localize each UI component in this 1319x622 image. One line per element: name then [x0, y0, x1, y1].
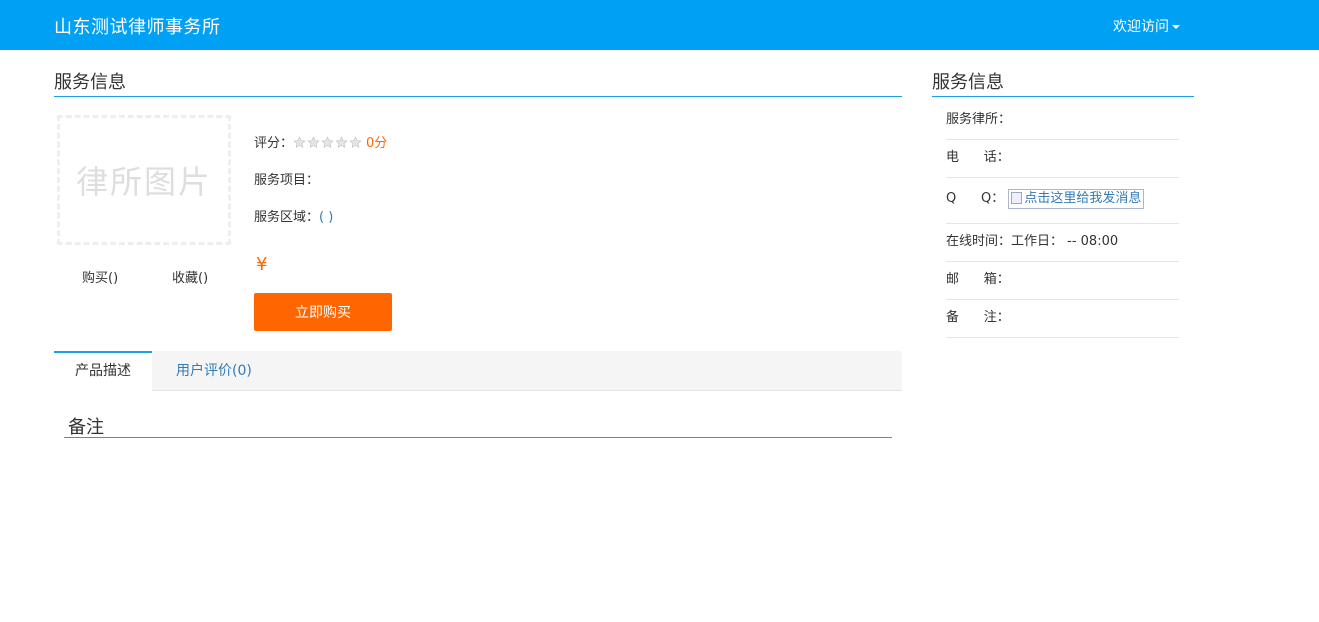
caret-down-icon [1172, 25, 1180, 29]
star-icon [321, 136, 334, 148]
buy-count-link[interactable]: 购买() [82, 267, 118, 286]
top-navbar: 山东测试律师事务所 欢迎访问 [0, 0, 1319, 50]
info-label-phone: 电 话： [946, 150, 1010, 165]
info-row-email: 邮 箱： [946, 262, 1179, 300]
info-row-remarks: 备 注： [946, 300, 1179, 338]
info-row-firm: 服务律所： [946, 104, 1179, 140]
star-icon [307, 136, 320, 148]
info-row-hours: 在线时间：工作日： -- 08:00 [946, 224, 1179, 262]
info-value-hours: 工作日： -- 08:00 [1011, 234, 1119, 249]
rating-score: 0分 [366, 136, 388, 151]
main-section-title: 服务信息 [54, 72, 126, 93]
info-label-qq: Q Q： [946, 191, 1005, 206]
price: ¥ [256, 254, 268, 275]
qq-chat-link[interactable]: 点击这里给我发消息 [1008, 188, 1145, 209]
service-item-row: 服务项目： [254, 169, 319, 188]
info-label-firm: 服务律所： [946, 112, 1012, 127]
qq-image-alt: 点击这里给我发消息 [1024, 190, 1142, 206]
broken-image-icon [1011, 191, 1023, 204]
welcome-dropdown[interactable]: 欢迎访问 [1113, 16, 1180, 36]
notes-divider [64, 437, 892, 438]
tab-user-reviews[interactable]: 用户评价(0) [176, 351, 252, 391]
star-icon [349, 136, 362, 148]
rating-label: 评分： [254, 136, 294, 151]
firm-photo-placeholder: 律所图片 [57, 115, 231, 245]
rating-row: 评分： 0分 [254, 132, 387, 153]
tab-bar: 产品描述 用户评价(0) [54, 351, 902, 391]
photo-placeholder-text: 律所图片 [75, 163, 212, 201]
notes-title: 备注 [68, 417, 104, 438]
service-area-value: ( ) [319, 210, 334, 225]
star-icon [335, 136, 348, 148]
service-area-row: 服务区域：( ) [254, 206, 333, 225]
sidebar-divider [932, 96, 1194, 97]
favorite-link[interactable]: 收藏() [172, 267, 208, 286]
info-label-remarks: 备 注： [946, 310, 1010, 325]
info-row-qq: Q Q： 点击这里给我发消息 [946, 178, 1179, 224]
site-brand[interactable]: 山东测试律师事务所 [54, 13, 221, 39]
welcome-label: 欢迎访问 [1113, 19, 1169, 35]
main-section-divider [54, 96, 902, 97]
rating-stars [293, 136, 363, 153]
tab-product-description[interactable]: 产品描述 [54, 351, 152, 391]
info-label-email: 邮 箱： [946, 272, 1010, 287]
info-label-hours: 在线时间： [946, 234, 1012, 249]
service-item-label: 服务项目： [254, 173, 320, 188]
info-row-phone: 电 话： [946, 140, 1179, 178]
star-icon [293, 136, 306, 148]
service-area-label: 服务区域： [254, 210, 320, 225]
sidebar-title: 服务信息 [932, 72, 1004, 93]
buy-now-button[interactable]: 立即购买 [254, 293, 392, 331]
